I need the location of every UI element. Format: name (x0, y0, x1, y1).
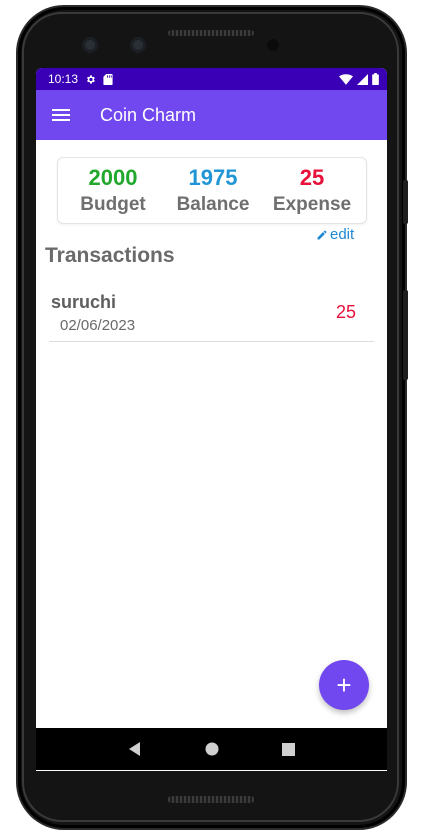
budget-stat: 2000 Budget (63, 164, 163, 218)
app-title: Coin Charm (100, 104, 197, 125)
plus-icon: + (336, 669, 352, 700)
front-camera (82, 37, 98, 53)
expense-stat: 25 Expense (262, 164, 362, 218)
status-bar: 10:13 (36, 68, 387, 90)
status-time: 10:13 (48, 72, 79, 86)
recents-icon[interactable] (274, 734, 304, 764)
signal-icon (357, 73, 368, 85)
back-icon[interactable] (120, 734, 150, 764)
add-transaction-button[interactable]: + (319, 660, 369, 710)
edit-label: edit (330, 226, 355, 243)
settings-icon (85, 74, 96, 85)
app-bar: Coin Charm (36, 90, 387, 140)
transaction-date: 02/06/2023 (60, 317, 136, 334)
front-camera-secondary (130, 37, 146, 53)
expense-label: Expense (272, 194, 352, 215)
phone-side-button (403, 180, 408, 224)
budget-value: 2000 (88, 165, 138, 190)
bottom-speaker (168, 796, 254, 803)
pencil-icon (316, 229, 328, 241)
wifi-icon (339, 73, 353, 85)
transaction-amount: 25 (335, 302, 356, 322)
menu-icon[interactable] (52, 108, 70, 122)
summary-card: 2000 Budget 1975 Balance 25 Expense (57, 157, 367, 224)
app-screen: 10:13 Coin Charm 2000 Budget 1975 Balanc… (36, 68, 387, 771)
transactions-heading: Transactions (45, 244, 175, 267)
system-nav-bar (36, 728, 387, 770)
sd-card-icon (103, 73, 113, 85)
edit-button[interactable]: edit (316, 226, 354, 243)
earpiece-speaker (168, 30, 254, 36)
budget-label: Budget (80, 194, 146, 215)
battery-icon (372, 73, 379, 85)
home-icon[interactable] (197, 734, 227, 764)
balance-value: 1975 (188, 165, 238, 190)
balance-label: Balance (176, 194, 250, 215)
balance-stat: 1975 Balance (163, 164, 263, 218)
transaction-name: suruchi (51, 292, 117, 312)
transaction-row[interactable]: suruchi 02/06/2023 25 (49, 286, 374, 342)
phone-volume-button (403, 290, 408, 380)
proximity-sensor (267, 39, 279, 51)
expense-value: 25 (299, 165, 325, 190)
